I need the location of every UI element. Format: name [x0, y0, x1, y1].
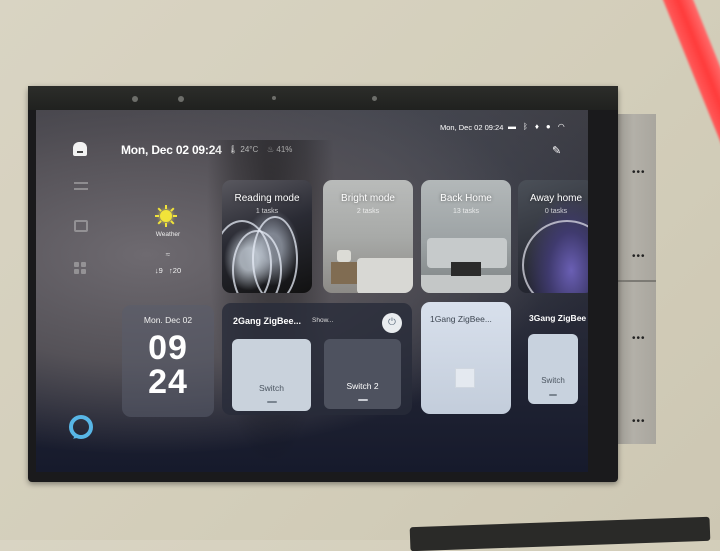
grid-icon[interactable] [74, 262, 88, 274]
status-bar: Mon, Dec 02 09:24 ▬ ᛒ ♦ ● ◠ [36, 110, 588, 150]
scene-bright-mode[interactable]: Bright mode 2 tasks [323, 180, 413, 293]
module-divider [618, 280, 656, 282]
thermometer-icon: 🌡 [228, 145, 239, 154]
droplet-icon: ♨ [267, 145, 275, 154]
scene-tasks: 1 tasks [255, 208, 279, 215]
side-switch-module: ••• ••• ••• ••• [616, 114, 656, 444]
humidity-value: 41% [276, 145, 293, 154]
shelf [409, 516, 711, 551]
bezel-top [28, 86, 618, 110]
sensor-dot [132, 96, 138, 102]
scene-title: Bright mode [341, 193, 395, 204]
switch-indicator [549, 394, 557, 396]
weather-card[interactable]: Weather ≈ ↓9 ↑20 [122, 185, 214, 295]
device-card-2gang[interactable]: 2Gang ZigBee... Show... ⏻ Switch Switch … [222, 303, 412, 415]
switch-toggle[interactable]: Switch [232, 339, 311, 411]
square-icon[interactable] [74, 220, 88, 232]
sensor-dot [178, 96, 184, 102]
clock-minutes: 24 [148, 363, 188, 401]
temperature-value: 24°C [240, 145, 259, 154]
indicator-dots: ••• [632, 416, 646, 427]
power-icon[interactable]: ⏻ [382, 313, 402, 333]
lightbulb-icon: ● [545, 122, 551, 131]
scene-title: Away home [529, 193, 583, 204]
indicator-dots: ••• [632, 251, 646, 262]
switch-2-toggle[interactable]: Switch 2 [324, 339, 401, 409]
switch-label: Switch 2 [346, 381, 379, 391]
switch-indicator [357, 399, 368, 401]
indicator-dots: ••• [632, 333, 646, 344]
device-title: 2Gang ZigBee... [233, 316, 302, 326]
switch-label: Switch [541, 376, 565, 385]
wind-icon: ≈ [165, 250, 171, 259]
clock-card: Mon. Dec 02 09 24 [122, 305, 214, 417]
switch-toggle[interactable]: Switch [528, 334, 578, 404]
high-temp: 20 [172, 266, 182, 275]
humidity-readout: ♨ 41% [267, 145, 292, 154]
wifi-icon: ◠ [557, 122, 565, 131]
sun-icon [155, 205, 177, 227]
clock-date: Mon. Dec 02 [143, 315, 193, 325]
bluetooth-icon: ᛒ [523, 122, 528, 131]
weather-label: Weather [155, 231, 181, 238]
temperature-range: ↓9 ↑20 [122, 266, 214, 275]
status-icons: ▬ ᛒ ♦ ● ◠ [508, 122, 565, 131]
microphone-icon: ♦ [534, 122, 539, 131]
scene-tasks: 2 tasks [356, 208, 380, 215]
home-icon[interactable] [73, 142, 87, 156]
device-subtitle: Show... [312, 317, 334, 324]
screen: Mon, Dec 02 09:24 ▬ ᛒ ♦ ● ◠ Mon, Dec 02 … [36, 110, 588, 472]
scene-reading-mode[interactable]: Reading mode 1 tasks [222, 180, 312, 293]
scene-away-home[interactable]: Away home 0 tasks [518, 180, 588, 293]
indicator-dots: ••• [632, 167, 646, 178]
alexa-icon[interactable] [69, 415, 93, 439]
scene-title: Back Home [440, 193, 492, 204]
camera-dot [272, 96, 276, 100]
device-title: 1Gang ZigBee... [430, 314, 492, 324]
status-time: Mon, Dec 02 09:24 [440, 123, 504, 132]
scene-tasks: 0 tasks [544, 208, 568, 215]
switch-indicator [455, 368, 475, 388]
scene-back-home[interactable]: Back Home 13 tasks [421, 180, 511, 293]
scene-title: Reading mode [234, 193, 300, 204]
sensor-dot [372, 96, 377, 101]
temperature-readout: 🌡 24°C [228, 145, 258, 154]
car-icon: ▬ [508, 122, 516, 131]
sidebar-nav [66, 180, 96, 304]
device-title-3gang: 3Gang ZigBee [529, 313, 587, 323]
red-cable [655, 0, 720, 259]
switch-indicator [266, 401, 277, 403]
scene-tasks: 13 tasks [452, 208, 480, 215]
device-card-1gang[interactable]: 1Gang ZigBee... [421, 302, 511, 414]
pencil-icon[interactable]: ✎ [552, 144, 561, 157]
list-icon[interactable] [74, 182, 88, 190]
header-datetime: Mon, Dec 02 09:24 [121, 143, 222, 157]
low-temp: 9 [158, 266, 163, 275]
switch-label: Switch [258, 383, 285, 393]
